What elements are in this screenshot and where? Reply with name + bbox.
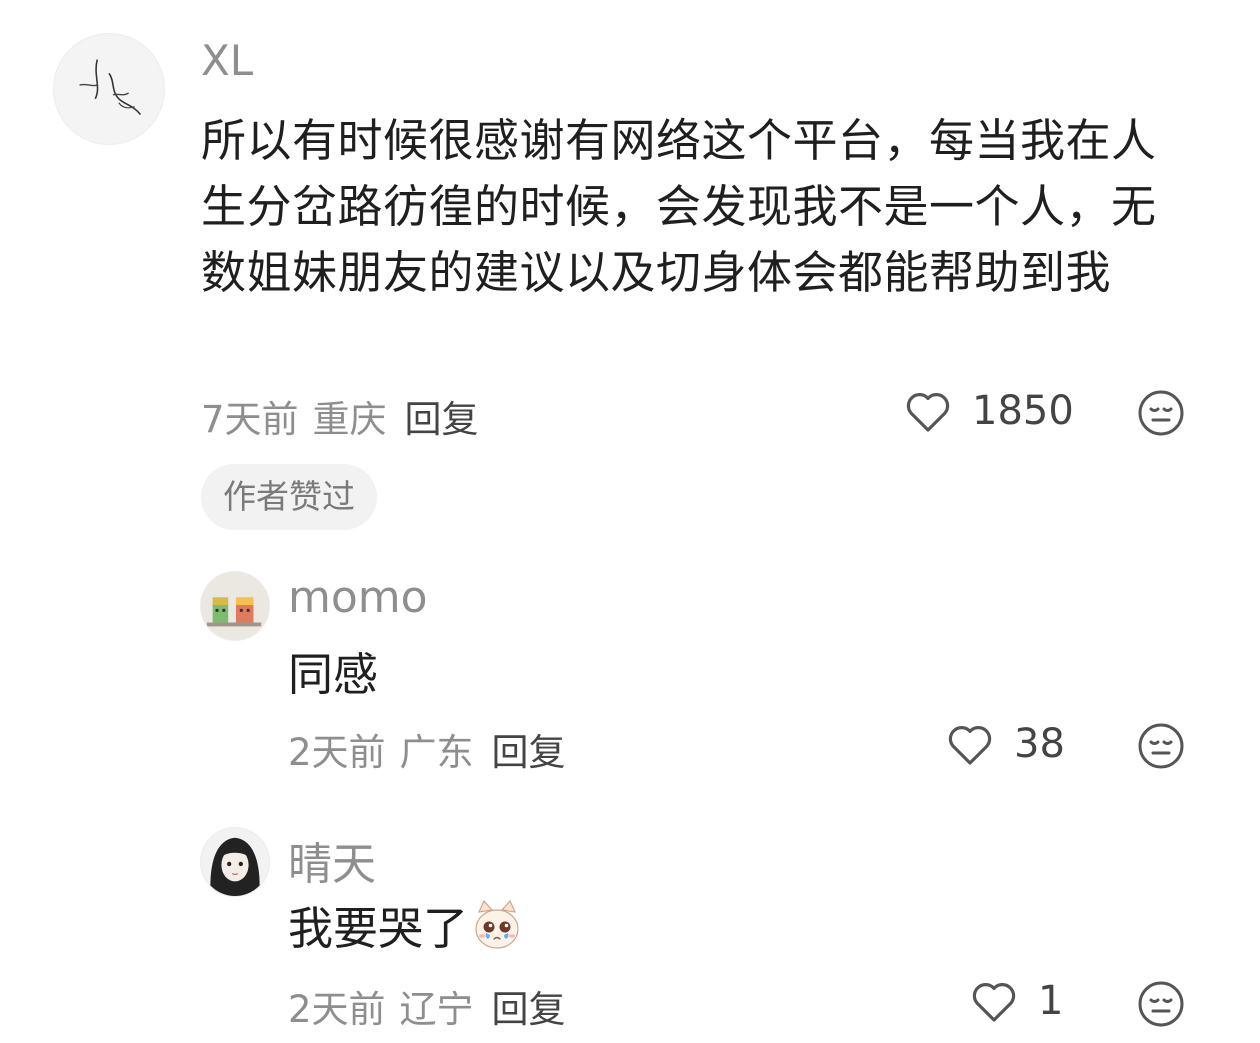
reply-button[interactable]: 回复 (492, 988, 566, 1031)
neutral-face-icon[interactable] (1137, 389, 1185, 437)
reply-button[interactable]: 回复 (492, 731, 566, 774)
like-count: 38 (1014, 721, 1065, 767)
author-liked-badge: 作者赞过 (201, 464, 377, 530)
comment-meta: 7天前 重庆 回复 (201, 389, 479, 443)
like-count: 1850 (972, 388, 1074, 434)
comment-text-body: 我要哭了 (288, 902, 469, 955)
comment-text: 我要哭了 (288, 898, 524, 960)
comment-meta: 2天前 广东 回复 (288, 722, 566, 776)
comment-thread: XL 所以有时候很感谢有网络这个平台，每当我在人生分岔路彷徨的时候，会发现我不是… (0, 0, 1260, 1043)
like-button[interactable]: 1850 (904, 388, 1074, 434)
heart-outline-icon (948, 726, 992, 765)
comment-meta: 2天前 辽宁 回复 (288, 979, 566, 1033)
neutral-face-icon[interactable] (1137, 980, 1185, 1028)
heart-outline-icon (906, 393, 950, 432)
reply-button[interactable]: 回复 (405, 398, 479, 441)
like-count: 1 (1038, 978, 1064, 1024)
like-button[interactable]: 38 (946, 721, 1065, 767)
comment-text: 所以有时候很感谢有网络这个平台，每当我在人生分岔路彷徨的时候，会发现我不是一个人… (201, 114, 1157, 299)
avatar[interactable] (200, 827, 270, 897)
username[interactable]: 晴天 (288, 828, 376, 892)
heart-outline-icon (972, 983, 1016, 1022)
comment-location: 辽宁 (399, 988, 474, 1031)
username[interactable]: XL (201, 36, 253, 85)
comment-text: 同感 (288, 648, 379, 701)
comment-location: 广东 (399, 731, 474, 774)
avatar[interactable] (200, 571, 270, 641)
avatar[interactable] (53, 33, 165, 145)
like-button[interactable]: 1 (970, 978, 1063, 1024)
comment-time: 2天前 (288, 731, 386, 774)
crying-cat-emoji (470, 898, 524, 952)
comment-time: 2天前 (288, 988, 386, 1031)
comment-time: 7天前 (201, 398, 299, 441)
username[interactable]: momo (288, 572, 428, 623)
neutral-face-icon[interactable] (1137, 722, 1185, 770)
comment-location: 重庆 (312, 398, 387, 441)
